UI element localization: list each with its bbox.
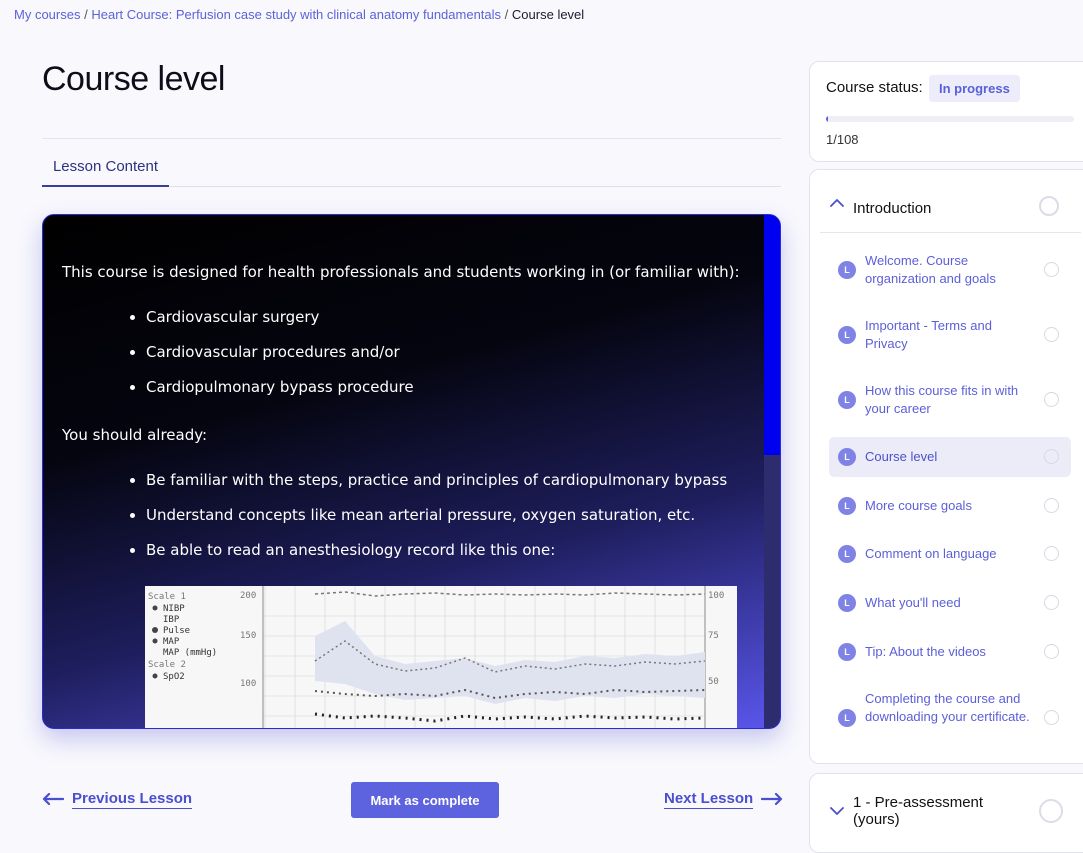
section-divider bbox=[820, 232, 1081, 233]
lesson-badge-icon: L bbox=[838, 261, 856, 279]
lesson-badge-icon: L bbox=[838, 448, 856, 466]
lesson-item-terms[interactable]: L Important - Terms and Privacy bbox=[829, 309, 1071, 361]
course-status-card: Course status: In progress 1/108 bbox=[809, 61, 1083, 162]
section-introduction: Introduction L Welcome. Course organizat… bbox=[809, 169, 1083, 764]
circle-status-icon bbox=[1044, 710, 1059, 725]
circle-status-icon bbox=[1044, 262, 1059, 277]
scrollbar-track[interactable] bbox=[764, 215, 780, 728]
list-item: Be familiar with the steps, practice and… bbox=[146, 463, 742, 498]
lesson-label: Tip: About the videos bbox=[865, 644, 986, 659]
record-legend-label: Scale 2 bbox=[148, 660, 186, 670]
circle-status-icon bbox=[1039, 196, 1059, 216]
lesson-label: Important - Terms and Privacy bbox=[865, 318, 992, 351]
circle-status-icon bbox=[1044, 498, 1059, 513]
record-graphic: Scale 1 NIBP IBP Pulse MAP MAP (mmHg) Sc… bbox=[145, 586, 737, 728]
lesson-badge-icon: L bbox=[838, 594, 856, 612]
lesson-item-career[interactable]: L How this course fits in with your care… bbox=[829, 374, 1071, 426]
breadcrumb-separator: / bbox=[504, 7, 509, 22]
next-lesson-link[interactable]: Next Lesson bbox=[664, 789, 783, 809]
record-legend-label: Scale 1 bbox=[148, 592, 186, 602]
circle-status-icon bbox=[1044, 449, 1059, 464]
circle-status-icon bbox=[1044, 546, 1059, 561]
record-legend-label: NIBP bbox=[163, 604, 185, 614]
lesson-item-course-level[interactable]: L Course level bbox=[829, 437, 1071, 477]
title-divider bbox=[42, 138, 781, 139]
lesson-badge-icon: L bbox=[838, 497, 856, 515]
lesson-label: Course level bbox=[865, 449, 938, 464]
list-item: Cardiovascular surgery bbox=[146, 300, 742, 335]
tab-lesson-content[interactable]: Lesson Content bbox=[42, 144, 169, 187]
circle-status-icon bbox=[1044, 595, 1059, 610]
status-badge: In progress bbox=[929, 75, 1020, 102]
lesson-label: How this course fits in with your career bbox=[865, 383, 1019, 416]
lesson-item-more-goals[interactable]: L More course goals bbox=[829, 486, 1071, 526]
arrow-right-icon bbox=[761, 793, 783, 805]
breadcrumb-current: Course level bbox=[511, 7, 585, 22]
tab-bar: Lesson Content bbox=[42, 144, 781, 187]
circle-status-icon bbox=[1039, 799, 1063, 823]
lesson-badge-icon: L bbox=[838, 326, 856, 344]
record-legend-label: IBP bbox=[163, 615, 180, 625]
scrollbar-thumb[interactable] bbox=[764, 215, 780, 455]
chevron-up-icon bbox=[830, 199, 844, 207]
previous-lesson-link[interactable]: Previous Lesson bbox=[42, 789, 193, 809]
list-item: Understand concepts like mean arterial p… bbox=[146, 498, 742, 533]
record-axis-tick: 100 bbox=[708, 591, 724, 601]
prerequisites-list: Be familiar with the steps, practice and… bbox=[62, 463, 742, 568]
lesson-badge-icon: L bbox=[838, 391, 856, 409]
record-legend-label: MAP bbox=[163, 637, 180, 647]
lesson-item-what-you-need[interactable]: L What you'll need bbox=[829, 583, 1071, 623]
record-axis-tick: 75 bbox=[708, 631, 719, 641]
audience-list: Cardiovascular surgery Cardiovascular pr… bbox=[62, 300, 742, 405]
circle-status-icon bbox=[1044, 327, 1059, 342]
lesson-text: This course is designed for health profe… bbox=[62, 259, 742, 585]
lesson-badge-icon: L bbox=[838, 643, 856, 661]
circle-status-icon bbox=[1044, 644, 1059, 659]
record-legend-label: MAP (mmHg) bbox=[163, 648, 217, 658]
progress-bar bbox=[826, 116, 1074, 122]
arrow-left-icon bbox=[42, 793, 64, 805]
lesson-label: Comment on language bbox=[865, 546, 997, 561]
next-lesson-label: Next Lesson bbox=[664, 790, 754, 809]
breadcrumb-link-course[interactable]: Heart Course: Perfusion case study with … bbox=[91, 7, 501, 22]
course-status-label: Course status: bbox=[826, 79, 923, 96]
section-header-introduction[interactable]: Introduction bbox=[810, 170, 1080, 232]
lesson-item-certificate[interactable]: L Completing the course and downloading … bbox=[829, 683, 1071, 753]
list-item: Be able to read an anesthesiology record… bbox=[146, 533, 742, 568]
prerequisites-intro: You should already: bbox=[62, 426, 208, 444]
record-axis-tick: 100 bbox=[240, 679, 256, 689]
breadcrumb-separator: / bbox=[84, 7, 88, 22]
lesson-badge-icon: L bbox=[838, 545, 856, 563]
lesson-content-panel[interactable]: This course is designed for health profe… bbox=[42, 214, 781, 729]
record-legend-label: SpO2 bbox=[163, 672, 185, 682]
section-title: 1 - Pre-assessment (yours) bbox=[853, 794, 984, 828]
lesson-label: Welcome. Course organization and goals bbox=[865, 253, 996, 286]
record-axis-tick: 200 bbox=[240, 591, 256, 601]
anesthesiology-record-image: Scale 1 NIBP IBP Pulse MAP MAP (mmHg) Sc… bbox=[145, 586, 737, 728]
list-item: Cardiovascular procedures and/or bbox=[146, 335, 742, 370]
list-item: Cardiopulmonary bypass procedure bbox=[146, 370, 742, 405]
section-title: Introduction bbox=[853, 200, 932, 217]
record-axis-tick: 150 bbox=[240, 631, 256, 641]
breadcrumb: My courses / Heart Course: Perfusion cas… bbox=[14, 7, 584, 22]
lesson-label: What you'll need bbox=[865, 595, 961, 610]
mark-as-complete-button[interactable]: Mark as complete bbox=[351, 782, 499, 818]
record-legend-label: Pulse bbox=[163, 626, 190, 636]
circle-status-icon bbox=[1044, 392, 1059, 407]
page-title: Course level bbox=[42, 60, 225, 98]
chevron-down-icon bbox=[830, 807, 844, 815]
lesson-item-videos-tip[interactable]: L Tip: About the videos bbox=[829, 632, 1071, 672]
record-axis-tick: 50 bbox=[708, 677, 719, 687]
lesson-item-welcome[interactable]: L Welcome. Course organization and goals bbox=[829, 244, 1071, 296]
lesson-label: Completing the course and downloading yo… bbox=[865, 691, 1030, 724]
progress-count: 1/108 bbox=[826, 132, 859, 147]
lesson-label: More course goals bbox=[865, 498, 972, 513]
section-pre-assessment[interactable]: 1 - Pre-assessment (yours) bbox=[809, 773, 1083, 853]
audience-intro: This course is designed for health profe… bbox=[62, 263, 740, 281]
breadcrumb-link-my-courses[interactable]: My courses bbox=[14, 7, 80, 22]
lesson-item-language[interactable]: L Comment on language bbox=[829, 534, 1071, 574]
lesson-badge-icon: L bbox=[838, 709, 856, 727]
previous-lesson-label: Previous Lesson bbox=[72, 790, 193, 809]
progress-bar-fill bbox=[826, 116, 829, 122]
